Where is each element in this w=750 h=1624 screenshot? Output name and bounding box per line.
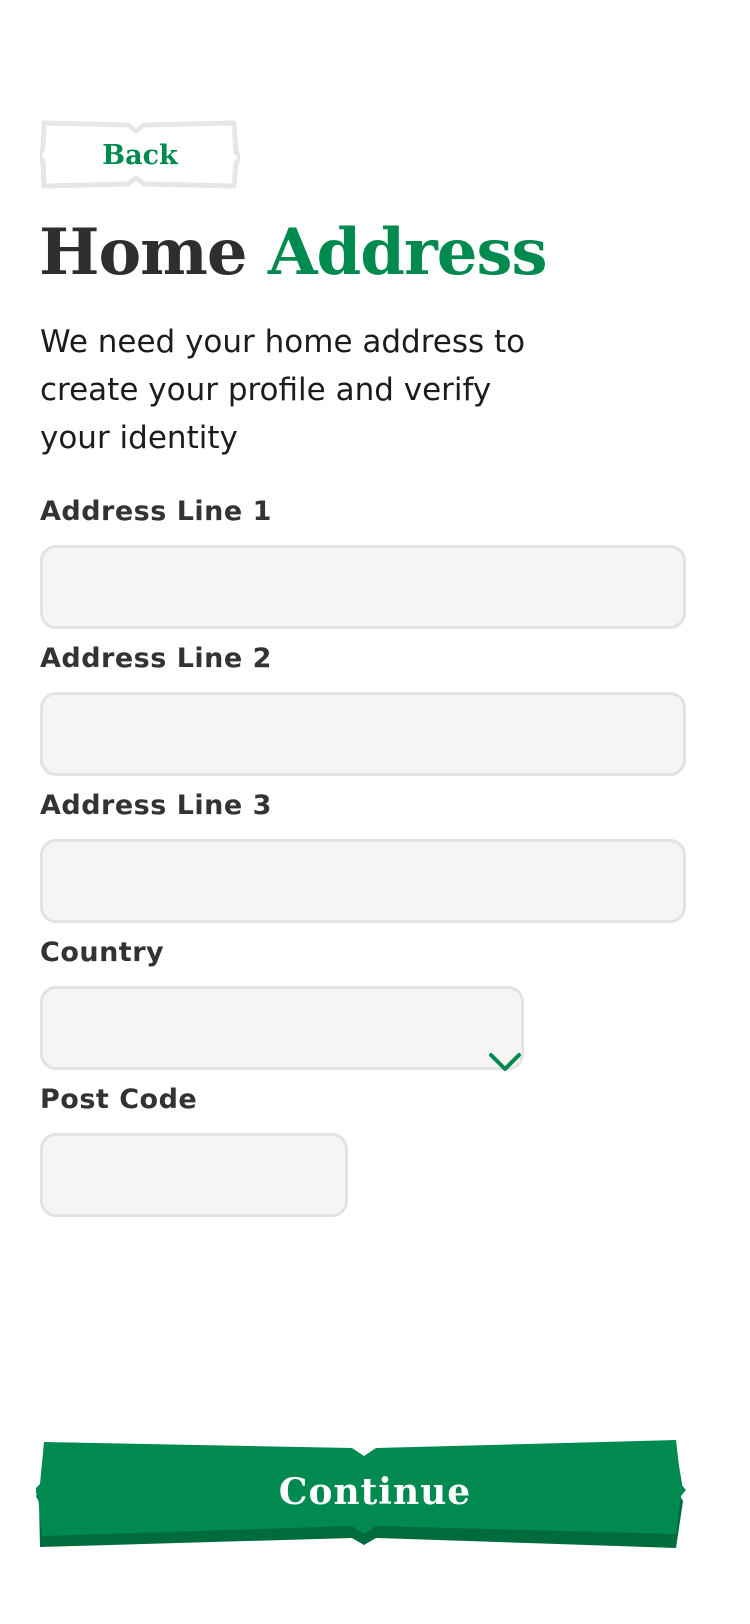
address-line-3-label: Address Line 3 — [40, 790, 272, 821]
post-code-label: Post Code — [40, 1084, 198, 1115]
page-subtitle: We need your home address to create your… — [40, 324, 526, 456]
address-line-2-label: Address Line 2 — [40, 643, 272, 674]
address-line-1-label: Address Line 1 — [40, 496, 272, 527]
address-line-2-input[interactable] — [40, 692, 686, 776]
country-select[interactable] — [40, 986, 524, 1070]
country-label: Country — [40, 937, 165, 968]
page-title-word-2: Address — [267, 215, 548, 290]
address-line-1-input[interactable] — [40, 545, 686, 629]
page-title: Home Address — [39, 208, 548, 298]
continue-button-label: Continue — [278, 1471, 472, 1513]
page-title-word-1: Home — [39, 215, 248, 290]
post-code-input[interactable] — [40, 1133, 348, 1217]
back-button[interactable]: Back — [40, 120, 240, 190]
continue-button[interactable]: Continue — [36, 1440, 714, 1552]
address-line-3-input[interactable] — [40, 839, 686, 923]
chevron-down-icon — [489, 1053, 521, 1071]
back-button-label: Back — [102, 139, 178, 171]
